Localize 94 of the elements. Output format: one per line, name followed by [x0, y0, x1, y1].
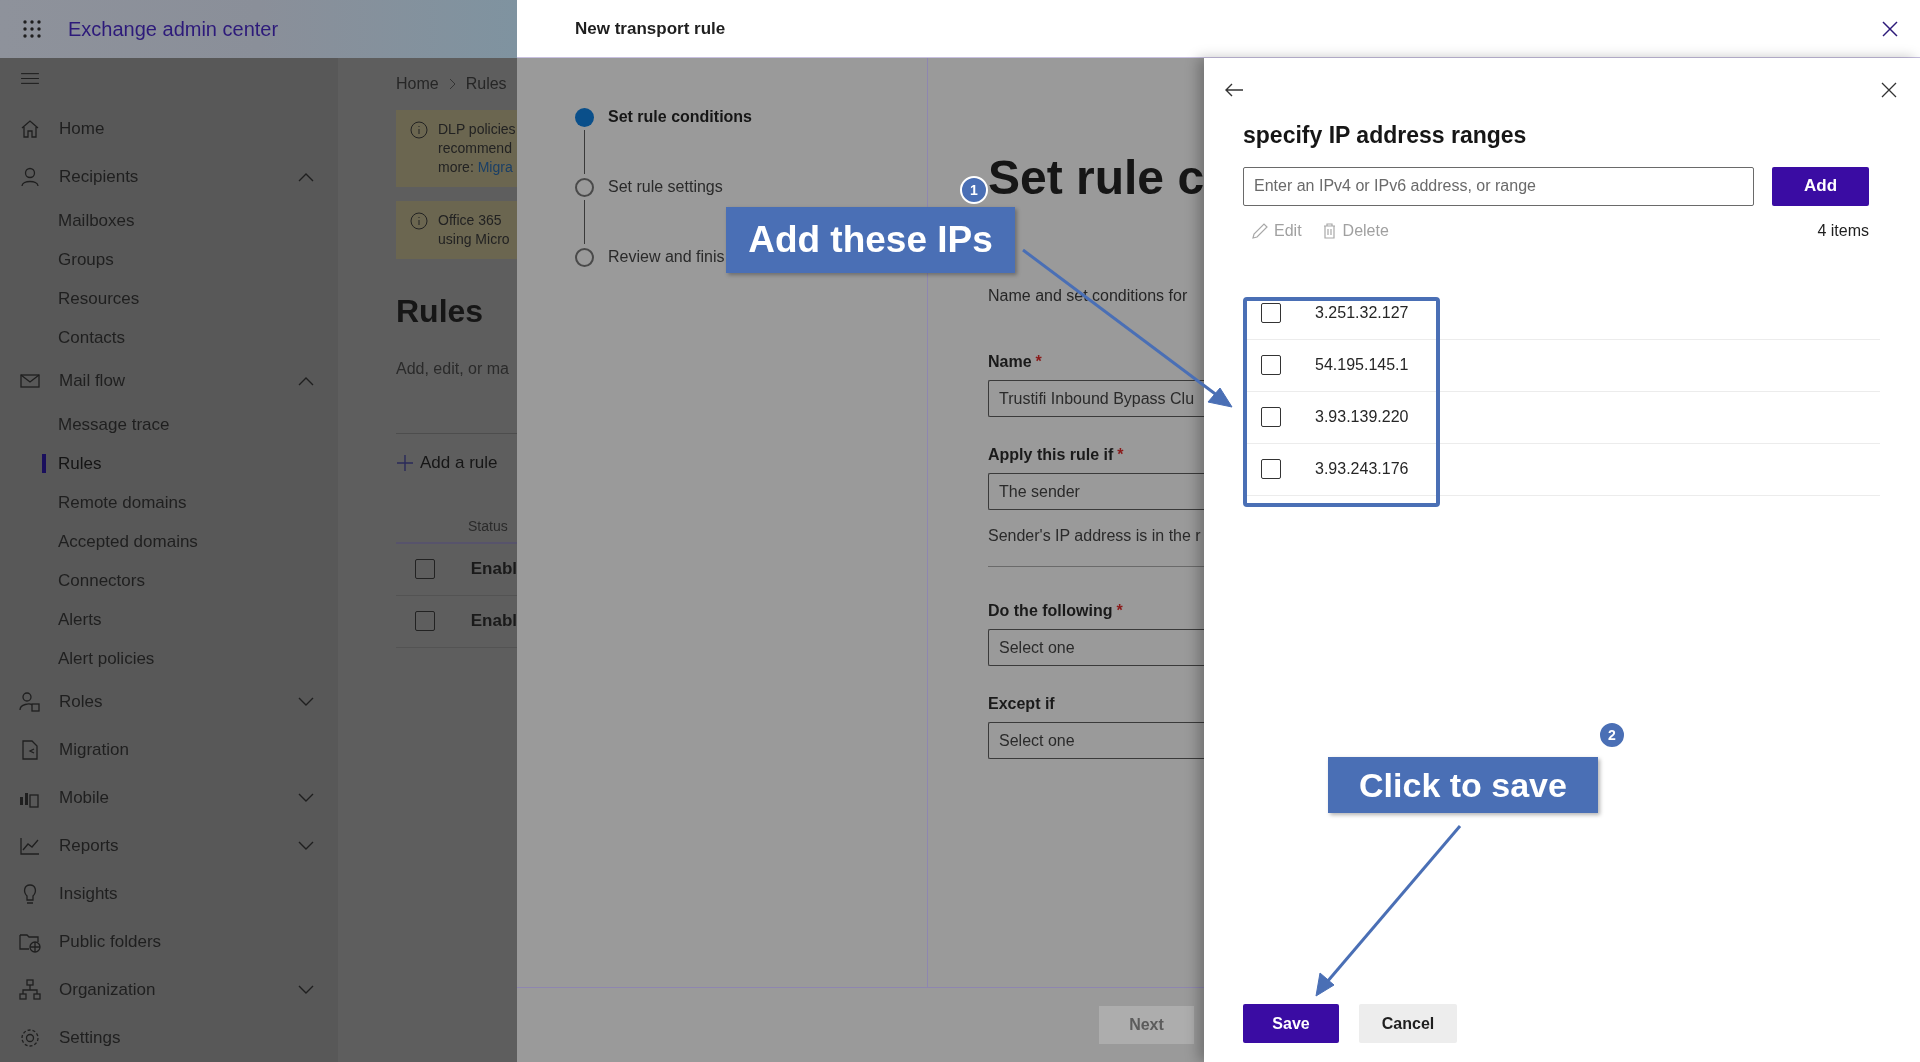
- folder-globe-icon: [19, 931, 41, 953]
- person-badge-icon: [19, 691, 41, 713]
- required-mark: *: [1116, 602, 1123, 619]
- callout-label: Click to save: [1328, 757, 1598, 813]
- field-label: Except if: [988, 694, 1056, 714]
- checkbox[interactable]: [1261, 407, 1281, 427]
- add-rule-button[interactable]: Add a rule: [396, 450, 517, 476]
- nav-subitem[interactable]: Message trace: [58, 411, 170, 438]
- dialog-title: specify IP address ranges: [1243, 121, 1528, 150]
- pencil-icon: [1251, 221, 1270, 240]
- required-mark: *: [1035, 353, 1042, 370]
- save-button[interactable]: Save: [1243, 1004, 1339, 1043]
- app-title: Exchange admin center: [68, 17, 279, 42]
- nav-subitem[interactable]: Connectors: [58, 567, 145, 594]
- add-button[interactable]: Add: [1772, 166, 1869, 206]
- breadcrumb-link[interactable]: Rules: [465, 72, 507, 96]
- nav-item[interactable]: Public folders: [0, 918, 338, 966]
- nav-item[interactable]: Mail flow: [0, 357, 338, 405]
- field-label: Do the following *: [988, 601, 1124, 621]
- nav-item[interactable]: Roles: [0, 678, 338, 726]
- table-cell-text: Enabl: [470, 558, 517, 581]
- cancel-button[interactable]: Cancel: [1359, 1004, 1457, 1043]
- ip-address: 3.251.32.127: [1315, 303, 1409, 323]
- nav-item[interactable]: Organization: [0, 966, 338, 1014]
- breadcrumb-link[interactable]: Home: [396, 72, 439, 96]
- hierarchy-icon: [19, 979, 41, 1001]
- checkbox[interactable]: [1261, 459, 1281, 479]
- table-cell-text: Enabl: [470, 610, 517, 633]
- step-label[interactable]: Set rule conditions: [608, 105, 752, 129]
- nav-subitem[interactable]: Alerts: [58, 606, 102, 633]
- callout-label: Add these IPs: [726, 207, 1015, 273]
- chevron-up-icon[interactable]: [298, 376, 314, 386]
- nav-item[interactable]: Home: [0, 105, 338, 153]
- nav-item[interactable]: Reports: [0, 822, 338, 870]
- item-count: 4 items: [1817, 220, 1869, 241]
- back-arrow-icon[interactable]: [1224, 82, 1244, 98]
- line-chart-icon: [19, 835, 41, 857]
- settings-icon: [19, 1027, 41, 1049]
- banner-text: DLP policies: [438, 120, 516, 139]
- person-icon: [19, 166, 41, 188]
- ip-address: 3.93.243.176: [1315, 459, 1409, 479]
- helper-text: Sender's IP address is in the r: [988, 526, 1202, 546]
- chevron-right-icon: [448, 78, 456, 90]
- form-heading: Set rule c: [988, 150, 1204, 206]
- nav-item[interactable]: Insights: [0, 870, 338, 918]
- chevron-down-icon[interactable]: [298, 841, 314, 851]
- nav-item[interactable]: Recipients: [0, 153, 338, 201]
- banner-link[interactable]: Migra: [477, 159, 513, 175]
- nav-subitem[interactable]: Groups: [58, 246, 114, 273]
- nav-item[interactable]: Mobile: [0, 774, 338, 822]
- panel-title: New transport rule: [575, 17, 726, 40]
- checkbox[interactable]: [1261, 303, 1281, 323]
- document-arrow-icon: [19, 739, 41, 761]
- ip-address-field[interactable]: Enter an IPv4 or IPv6 address, or range: [1243, 166, 1754, 206]
- app-launcher-icon[interactable]: [22, 19, 42, 39]
- required-mark: *: [1117, 446, 1124, 463]
- nav-subitem[interactable]: Mailboxes: [58, 207, 135, 234]
- banner-text: recommend: [438, 139, 513, 158]
- nav-subitem[interactable]: Alert policies: [58, 645, 155, 672]
- ip-address: 3.93.139.220: [1315, 407, 1409, 427]
- nav-subitem[interactable]: Remote domains: [58, 489, 187, 516]
- banner-text: more: Migra: [438, 158, 514, 177]
- info-icon: [410, 121, 428, 139]
- field-label: Apply this rule if *: [988, 445, 1125, 465]
- checkbox[interactable]: [1261, 355, 1281, 375]
- dropdown-field[interactable]: The sender: [988, 473, 1204, 510]
- ip-address: 54.195.145.1: [1315, 355, 1409, 375]
- chevron-down-icon[interactable]: [298, 793, 314, 803]
- menu-icon[interactable]: [19, 72, 41, 85]
- dropdown-field[interactable]: Trustifi Inbound Bypass Clu: [988, 380, 1204, 417]
- field-label: Name *: [988, 352, 1043, 372]
- page-title: Rules: [396, 292, 485, 331]
- step-label[interactable]: Set rule settings: [608, 175, 723, 199]
- nav-subitem[interactable]: Rules: [58, 450, 102, 477]
- nav-subitem[interactable]: Contacts: [58, 324, 126, 351]
- banner-text: using Micro: [438, 230, 510, 249]
- plus-icon: [396, 453, 414, 472]
- banner-text: Office 365: [438, 211, 503, 230]
- chevron-down-icon[interactable]: [298, 697, 314, 707]
- checkbox[interactable]: [415, 559, 435, 579]
- checkbox[interactable]: [415, 611, 435, 631]
- close-icon[interactable]: [1881, 82, 1897, 98]
- nav-item[interactable]: Migration: [0, 726, 338, 774]
- nav-subitem[interactable]: Resources: [58, 285, 140, 312]
- close-icon[interactable]: [1882, 20, 1898, 37]
- nav-subitem[interactable]: Accepted domains: [58, 528, 198, 555]
- house-icon: [19, 118, 41, 140]
- info-icon: [410, 212, 428, 230]
- chevron-down-icon[interactable]: [298, 985, 314, 995]
- chevron-up-icon[interactable]: [298, 172, 314, 182]
- step-label[interactable]: Review and finis: [608, 245, 725, 269]
- dropdown-field[interactable]: Select one: [988, 722, 1204, 759]
- dropdown-field[interactable]: Select one: [988, 629, 1204, 666]
- nav-item[interactable]: Settings: [0, 1014, 338, 1062]
